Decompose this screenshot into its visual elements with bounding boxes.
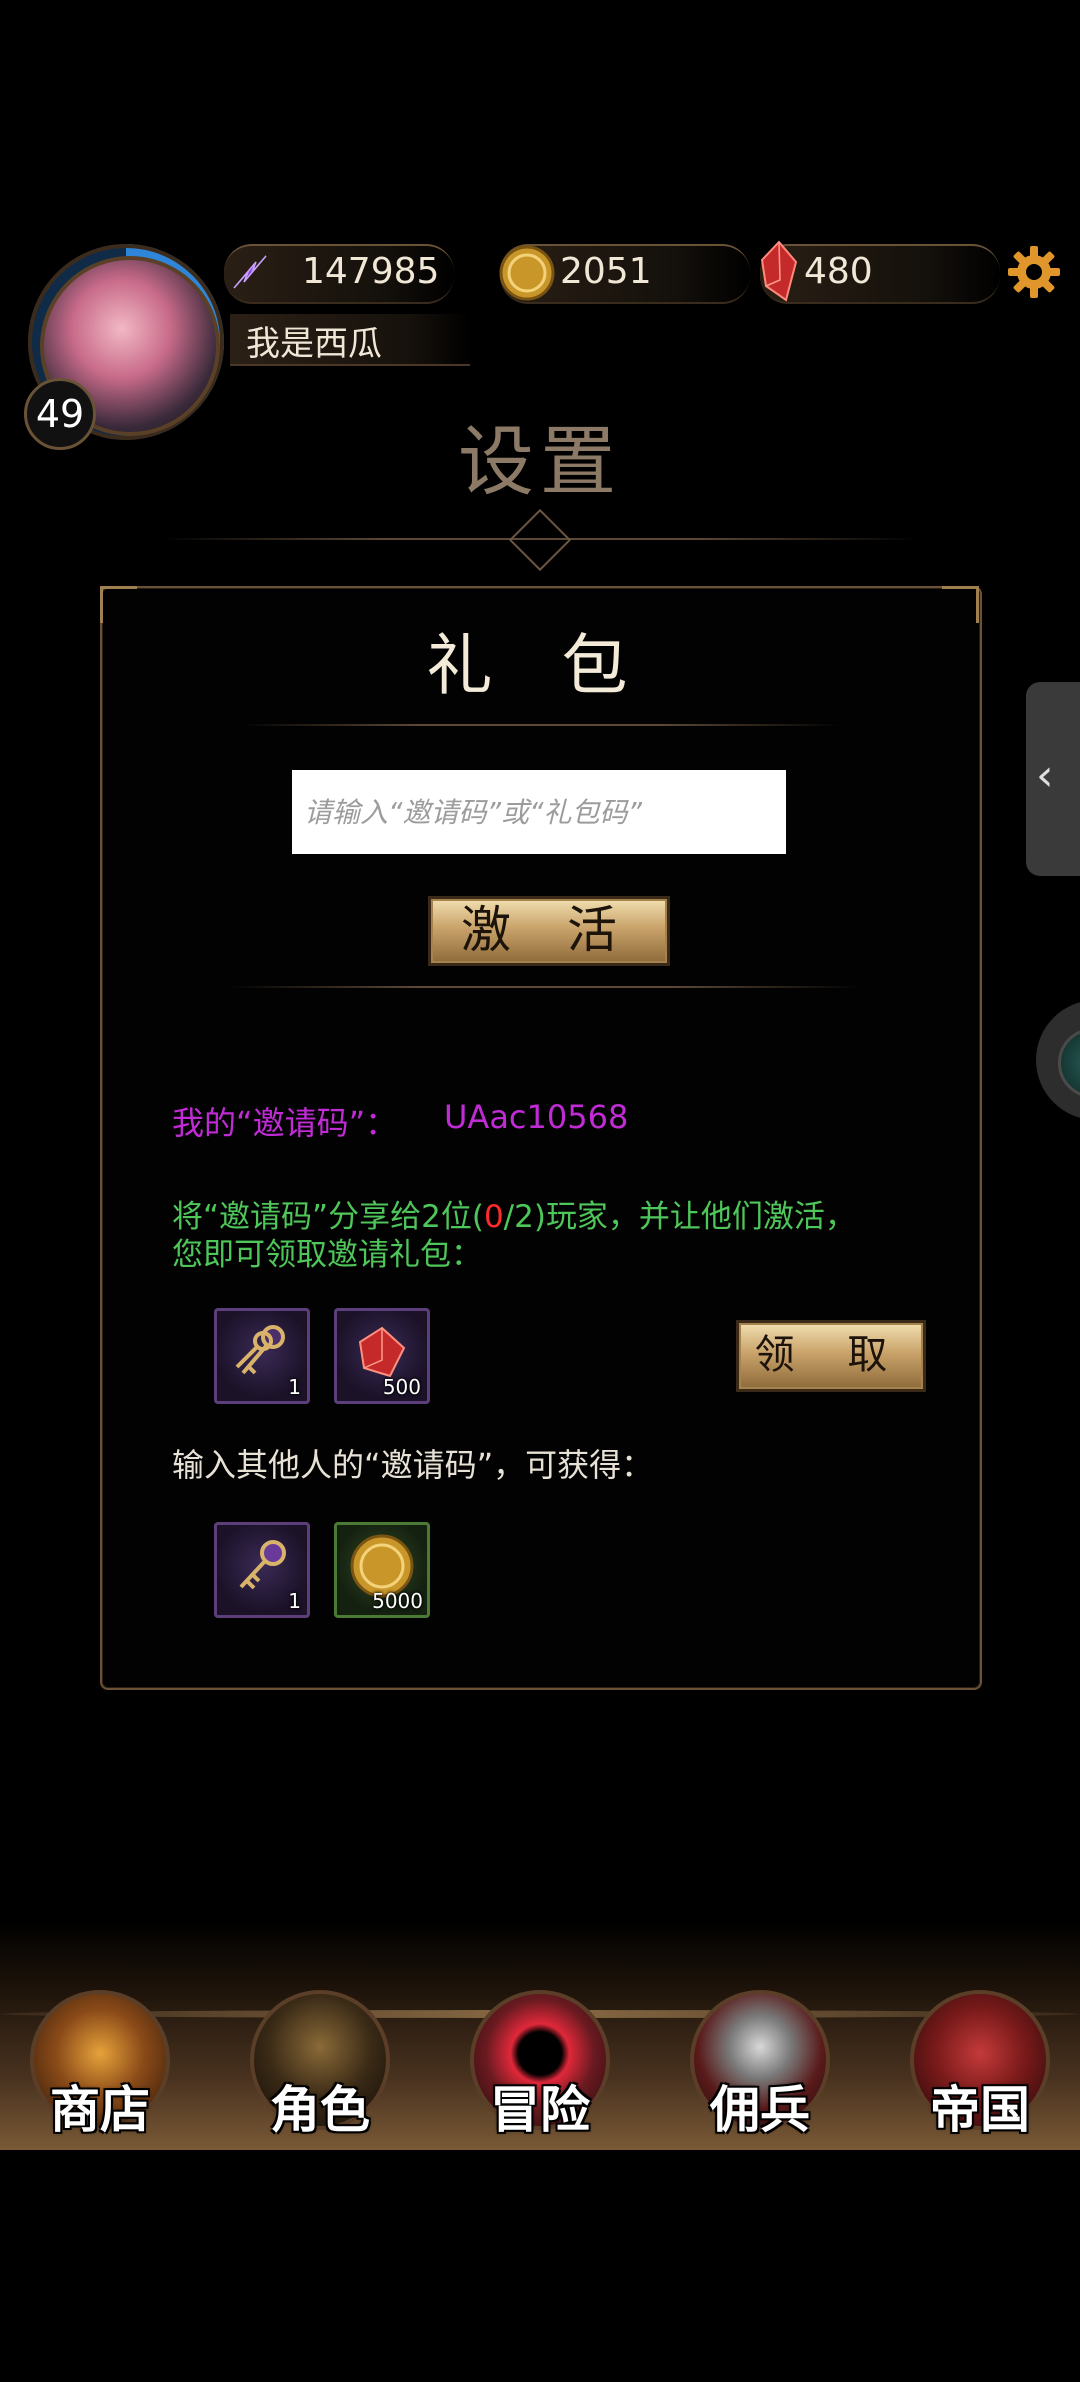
reward-item-keys[interactable]: 1 xyxy=(214,1308,310,1404)
nav-character-label: 角色 xyxy=(270,2080,370,2139)
reward-count: 1 xyxy=(288,1375,301,1399)
reward-item-key[interactable]: 1 xyxy=(214,1522,310,1618)
nav-adventure-label: 冒险 xyxy=(490,2080,590,2139)
enter-code-description: 输入其他人的“邀请码”，可获得： xyxy=(172,1446,654,1484)
share-progress-done: 0 xyxy=(483,1199,504,1235)
energy-value: 147985 xyxy=(302,251,440,292)
page-title: 设置 xyxy=(458,417,622,506)
share-line1-prefix: 将“邀请码”分享给2位( xyxy=(172,1199,484,1235)
activate-divider xyxy=(230,986,860,988)
share-progress-total: /2) xyxy=(503,1199,546,1235)
gift-title: 礼 包 xyxy=(426,627,652,704)
nav-empire-label: 帝国 xyxy=(930,2080,1030,2139)
share-line1-suffix: 玩家，并让他们激活， xyxy=(545,1199,856,1235)
chevron-left-icon: ‹ xyxy=(1036,750,1054,801)
claim-button[interactable]: 领 取 xyxy=(736,1320,926,1392)
keys-icon xyxy=(235,1325,285,1375)
gold-coin-icon xyxy=(499,245,555,301)
title-ornament xyxy=(508,508,572,572)
gift-title-divider xyxy=(240,724,840,726)
my-invite-code-label: 我的“邀请码”： xyxy=(172,1104,398,1142)
energy-icon xyxy=(233,255,267,289)
nav-mercenary-label: 佣兵 xyxy=(710,2080,810,2139)
gold-value: 2051 xyxy=(560,251,652,292)
gift-code-input[interactable] xyxy=(292,770,786,854)
gems-value: 480 xyxy=(804,251,873,292)
player-name: 我是西瓜 xyxy=(246,324,382,364)
key-icon xyxy=(239,1540,286,1590)
reward-count: 500 xyxy=(382,1375,421,1399)
nav-shop-label: 商店 xyxy=(50,2080,150,2139)
my-invite-code: UAac10568 xyxy=(444,1098,629,1136)
reward-count: 1 xyxy=(288,1589,301,1613)
red-crystal-icon xyxy=(760,240,798,302)
reward-count: 5000 xyxy=(372,1589,423,1613)
reward-item-gold[interactable]: 5000 xyxy=(334,1522,430,1618)
share-description: 将“邀请码”分享给2位(0/2)玩家，并让他们激活， 您即可领取邀请礼包： xyxy=(172,1198,912,1274)
gear-icon[interactable] xyxy=(1006,244,1062,300)
share-line2: 您即可领取邀请礼包： xyxy=(172,1237,482,1273)
red-crystal-icon xyxy=(358,1327,406,1378)
activate-button[interactable]: 激 活 xyxy=(428,896,670,966)
reward-item-crystal[interactable]: 500 xyxy=(334,1308,430,1404)
